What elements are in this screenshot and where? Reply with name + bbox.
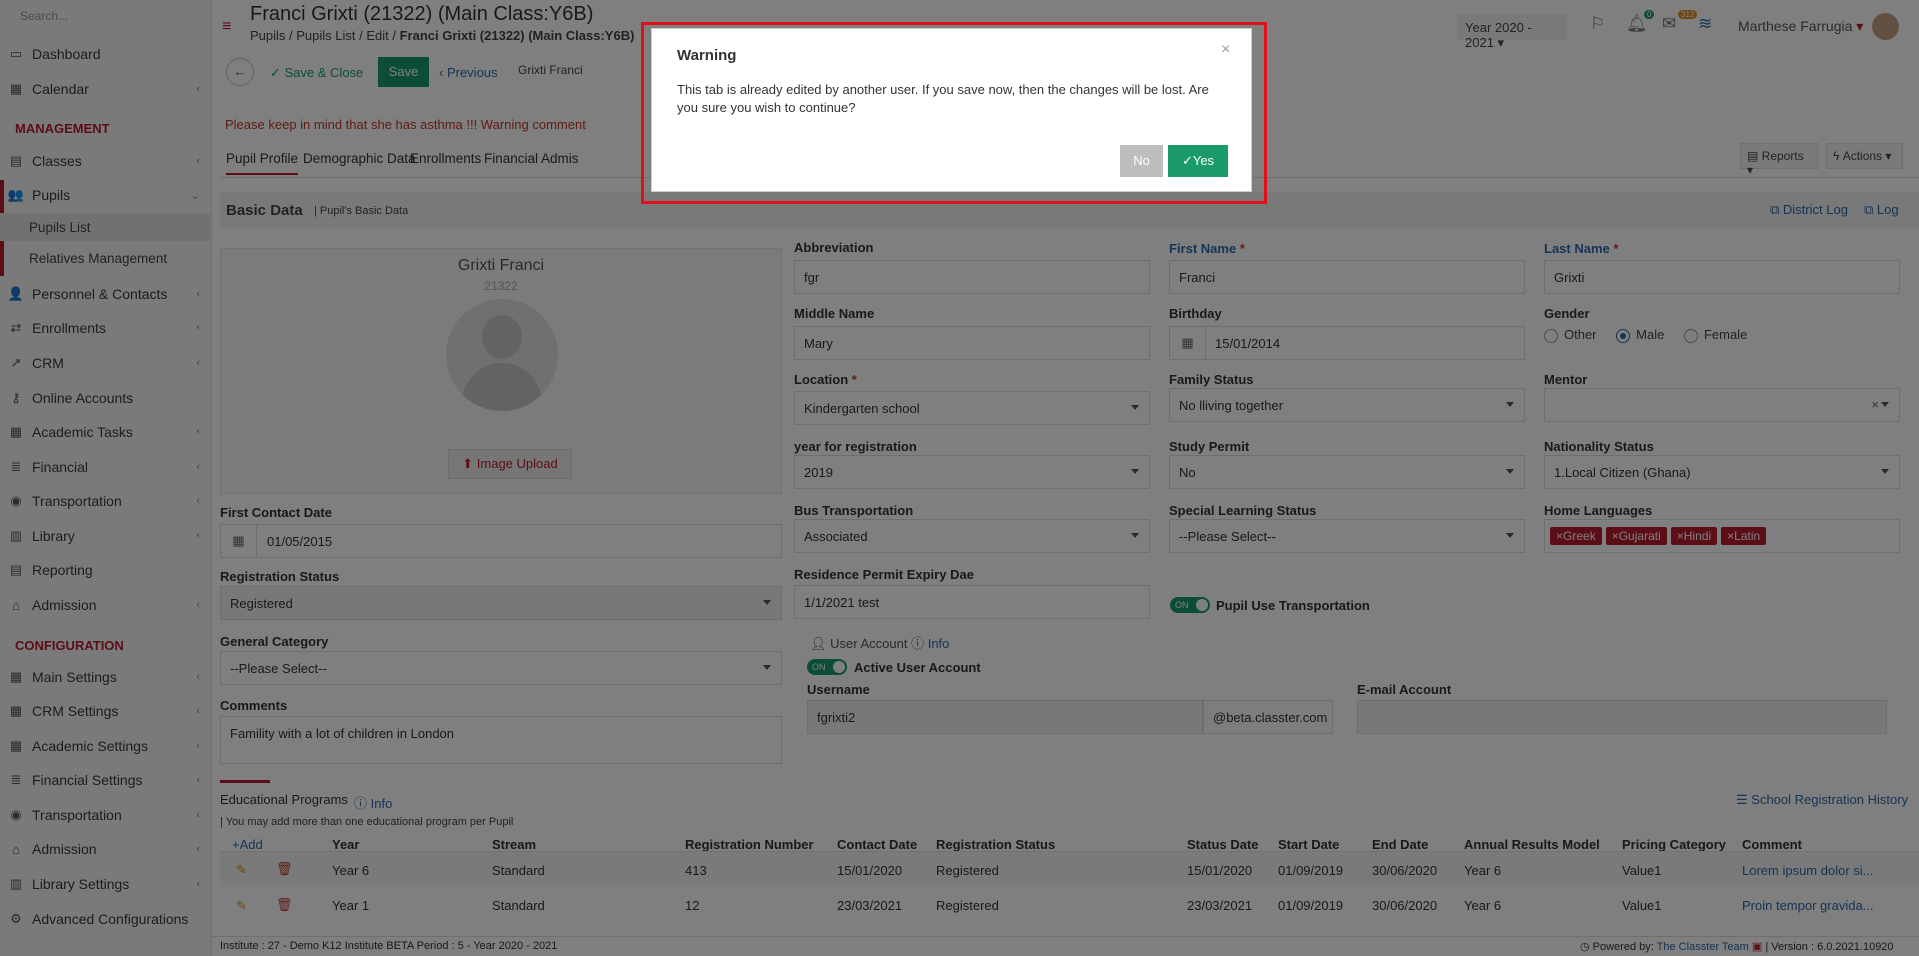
yes-button[interactable]: ✓Yes xyxy=(1168,145,1228,177)
dialog-title: Warning xyxy=(677,47,737,64)
dialog-message: This tab is already edited by another us… xyxy=(677,82,1209,115)
close-icon[interactable]: × xyxy=(1221,41,1230,59)
no-button[interactable]: No xyxy=(1120,145,1163,177)
warning-dialog: Warning × This tab is already edited by … xyxy=(651,28,1252,192)
